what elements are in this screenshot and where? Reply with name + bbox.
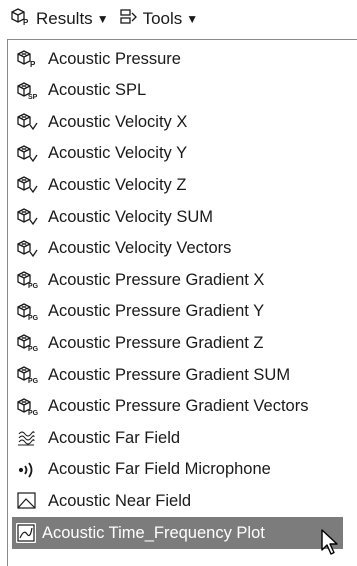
- cube-pg-icon: PG: [16, 397, 40, 417]
- cube-pg-icon: PG: [16, 333, 40, 353]
- menu-item-label: Acoustic Pressure Gradient Y: [48, 302, 265, 321]
- toolbar: P Results ▼ Tools ▼: [0, 0, 357, 38]
- tools-menu-button[interactable]: Tools ▼: [119, 7, 199, 32]
- cube-pg-icon: PG: [16, 302, 40, 322]
- tools-label: Tools: [142, 9, 183, 28]
- svg-text:PG: PG: [28, 410, 39, 417]
- mouse-pointer-icon: [321, 529, 338, 555]
- menu-item[interactable]: Acoustic Velocity Y: [8, 138, 357, 170]
- cube-sp-icon: SP: [16, 81, 40, 101]
- svg-text:SP: SP: [28, 94, 38, 101]
- menu-item-label: Acoustic Velocity SUM: [48, 207, 214, 226]
- menu-item-label: Acoustic Time_Frequency Plot: [42, 523, 265, 542]
- menu-item-label: Acoustic Velocity Z: [48, 175, 187, 194]
- menu-item-label: Acoustic Pressure: [48, 49, 181, 68]
- svg-text:PG: PG: [28, 346, 39, 353]
- cube-pg-icon: PG: [16, 365, 40, 385]
- cube-v-icon: [16, 207, 40, 227]
- tools-icon: [119, 7, 139, 32]
- cube-v-icon: [16, 239, 40, 259]
- menu-item[interactable]: Acoustic Near Field: [8, 485, 357, 517]
- cube-pg-icon: PG: [16, 270, 40, 290]
- menu-item-label: Acoustic Pressure Gradient Z: [48, 333, 264, 352]
- results-dropdown-menu: P Acoustic Pressure SP Acoustic SPL Acoustic…: [7, 39, 357, 566]
- menu-item[interactable]: Acoustic Velocity SUM: [8, 201, 357, 233]
- svg-text:PG: PG: [28, 378, 39, 385]
- menu-item[interactable]: PG Acoustic Pressure Gradient Y: [8, 296, 357, 328]
- cube-v-icon: [16, 112, 40, 132]
- results-cube-icon: P: [10, 7, 32, 32]
- chevron-down-icon: ▼: [186, 12, 199, 26]
- menu-item-label: Acoustic Velocity Vectors: [48, 239, 232, 258]
- menu-item[interactable]: Acoustic Velocity Z: [8, 169, 357, 201]
- results-menu-button[interactable]: P Results ▼: [10, 7, 109, 32]
- menu-item-label: Acoustic Pressure Gradient SUM: [48, 365, 291, 384]
- menu-item[interactable]: PG Acoustic Pressure Gradient SUM: [8, 359, 357, 391]
- near-field-icon: [16, 491, 40, 511]
- menu-item-label: Acoustic Far Field: [48, 428, 181, 447]
- svg-text:P: P: [23, 18, 29, 27]
- menu-item-label: Acoustic Near Field: [48, 491, 192, 510]
- menu-item[interactable]: SP Acoustic SPL: [8, 75, 357, 107]
- microphone-icon: [16, 460, 40, 480]
- menu-item-label: Acoustic Velocity X: [48, 112, 188, 131]
- plot-icon: [16, 523, 36, 543]
- menu-item-label: Acoustic Far Field Microphone: [48, 460, 271, 479]
- menu-item[interactable]: Acoustic Far Field Microphone: [8, 454, 357, 486]
- menu-item[interactable]: Acoustic Time_Frequency Plot: [12, 517, 343, 549]
- menu-item-label: Acoustic SPL: [48, 81, 147, 100]
- svg-text:PG: PG: [28, 315, 39, 322]
- menu-item[interactable]: PG Acoustic Pressure Gradient Z: [8, 327, 357, 359]
- far-field-icon: [16, 428, 40, 448]
- menu-item[interactable]: PG Acoustic Pressure Gradient X: [8, 264, 357, 296]
- cube-p-icon: P: [16, 49, 40, 69]
- svg-text:P: P: [30, 60, 36, 69]
- chevron-down-icon: ▼: [96, 12, 109, 26]
- menu-item[interactable]: Acoustic Far Field: [8, 422, 357, 454]
- results-label: Results: [36, 9, 93, 28]
- menu-item[interactable]: P Acoustic Pressure: [8, 43, 357, 75]
- menu-item-label: Acoustic Pressure Gradient Vectors: [48, 397, 309, 416]
- menu-item[interactable]: Acoustic Velocity Vectors: [8, 233, 357, 265]
- menu-item[interactable]: PG Acoustic Pressure Gradient Vectors: [8, 391, 357, 423]
- menu-item-label: Acoustic Velocity Y: [48, 144, 188, 163]
- svg-text:PG: PG: [28, 283, 39, 290]
- menu-item[interactable]: Acoustic Velocity X: [8, 106, 357, 138]
- menu-item-label: Acoustic Pressure Gradient X: [48, 270, 265, 289]
- cube-v-icon: [16, 144, 40, 164]
- cube-v-icon: [16, 175, 40, 195]
